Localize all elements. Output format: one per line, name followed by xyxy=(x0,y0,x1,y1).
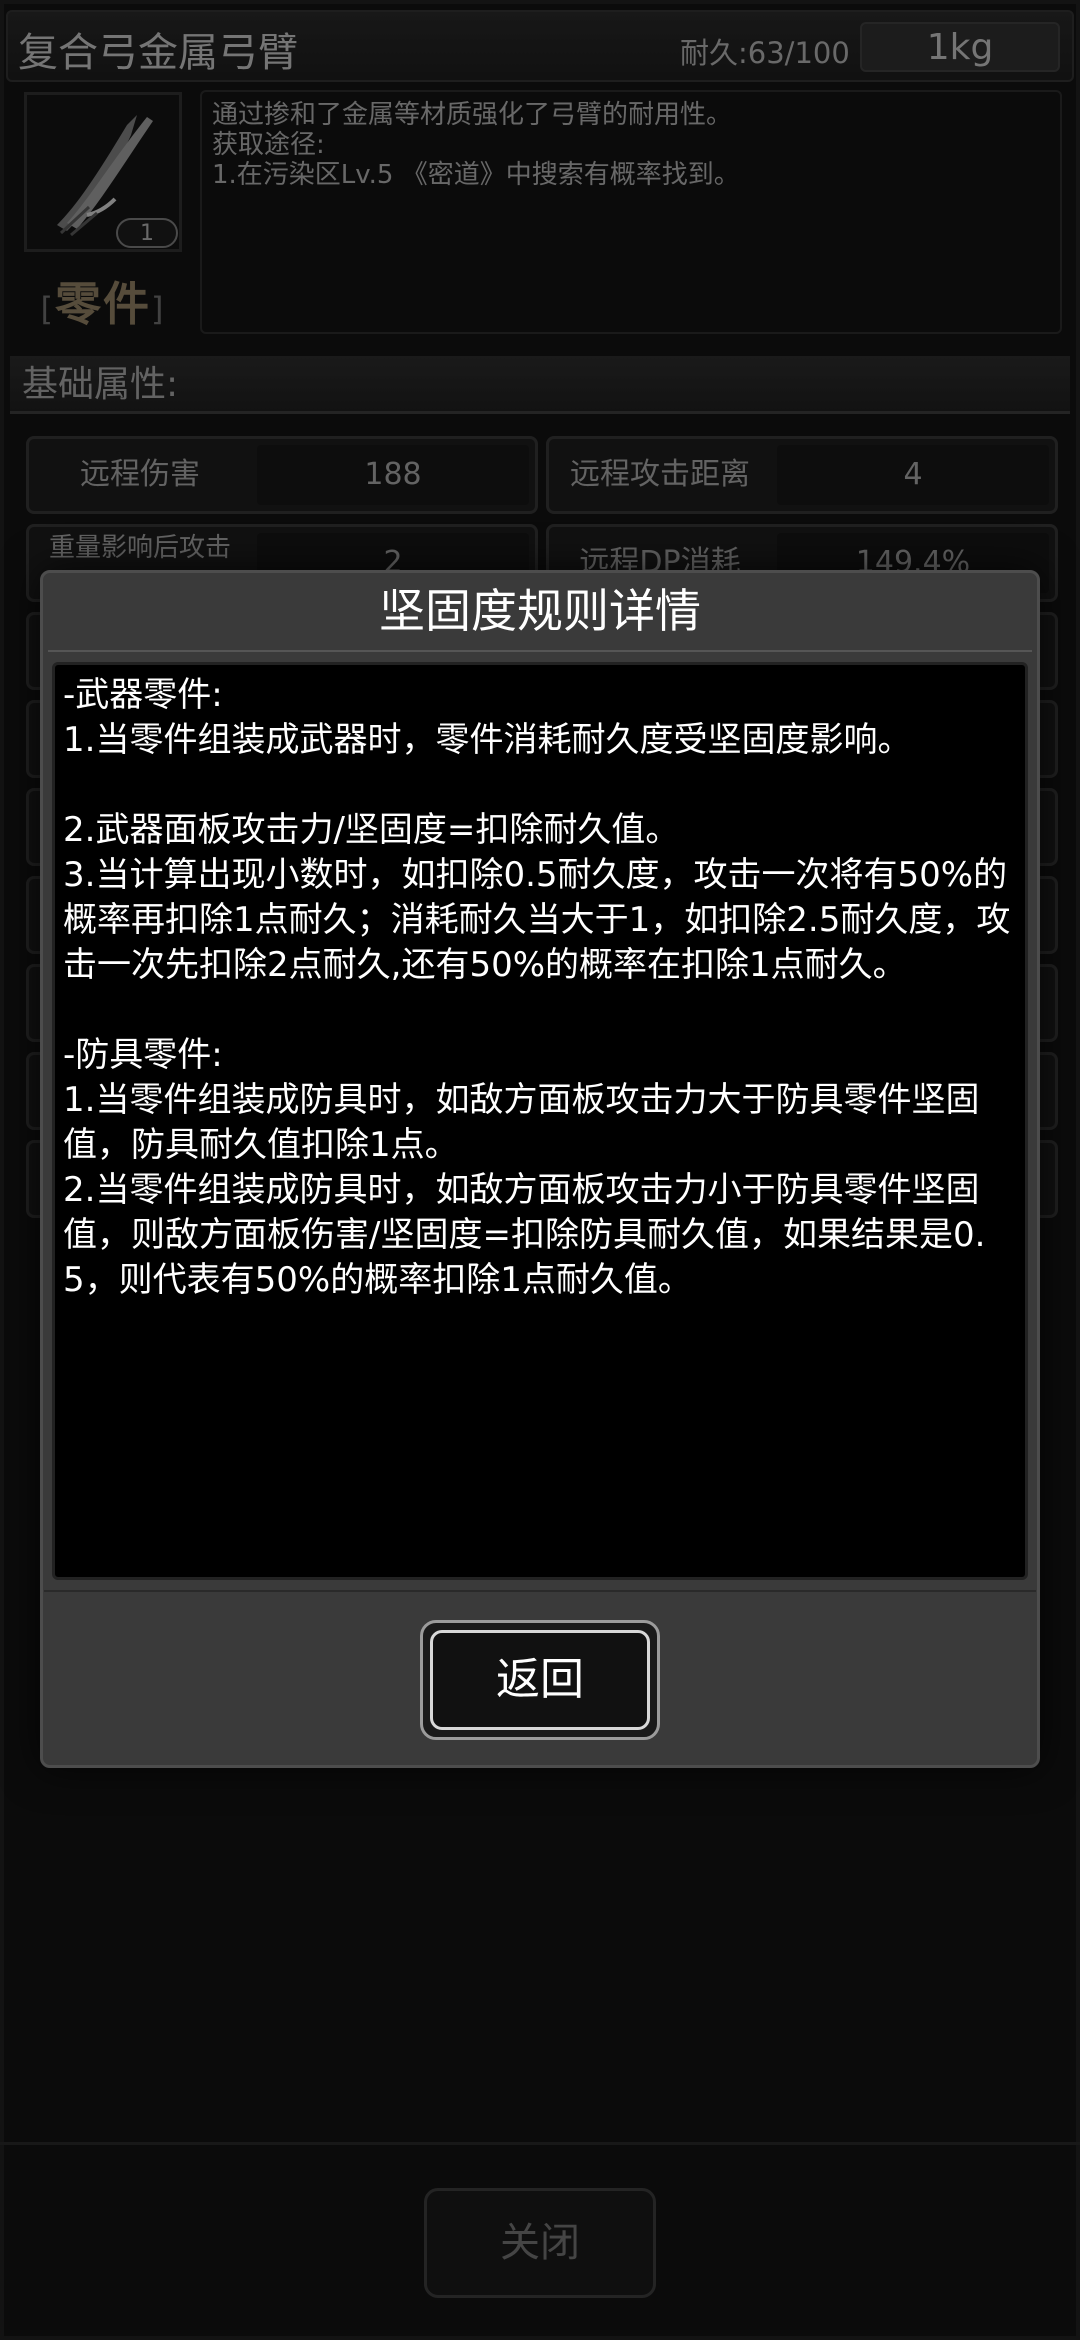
stat-card-ranged-range: 远程攻击距离 4 xyxy=(546,436,1058,514)
item-description: 通过掺和了金属等材质强化了弓臂的耐用性。 获取途径: 1.在污染区Lv.5 《密… xyxy=(200,90,1062,334)
stat-label: 远程伤害 xyxy=(80,457,200,492)
stat-card-ranged-damage: 远程伤害 188 xyxy=(26,436,538,514)
modal-title-divider xyxy=(48,650,1032,652)
item-count-badge: 1 xyxy=(116,218,178,248)
rules-text-panel[interactable]: -武器零件: 1.当零件组装成武器时，零件消耗耐久度受坚固度影响。 2.武器面板… xyxy=(52,662,1028,1580)
stat-label: 远程攻击距离 xyxy=(570,457,750,492)
item-title: 复合弓金属弓臂 xyxy=(18,30,298,76)
basic-attributes-header: 基础属性: xyxy=(10,356,1070,414)
rules-text: -武器零件: 1.当零件组装成武器时，零件消耗耐久度受坚固度影响。 2.武器面板… xyxy=(63,675,1011,1300)
stat-value: 188 xyxy=(257,445,529,505)
weight-badge: 1kg xyxy=(860,22,1060,72)
durability-readout: 耐久:63/100 xyxy=(680,36,850,70)
bracket-left: [ xyxy=(40,290,55,328)
stat-value: 4 xyxy=(777,445,1049,505)
bracket-right: ] xyxy=(151,290,166,328)
footer-divider xyxy=(0,2142,1080,2145)
back-button[interactable]: 返回 xyxy=(430,1630,650,1730)
close-button[interactable]: 关闭 xyxy=(424,2188,656,2298)
type-text: 零件 xyxy=(55,277,151,331)
item-type-label: [零件] xyxy=(24,268,182,334)
modal-title: 坚固度规则详情 xyxy=(379,584,701,638)
modal-bottom-divider xyxy=(44,1590,1036,1592)
